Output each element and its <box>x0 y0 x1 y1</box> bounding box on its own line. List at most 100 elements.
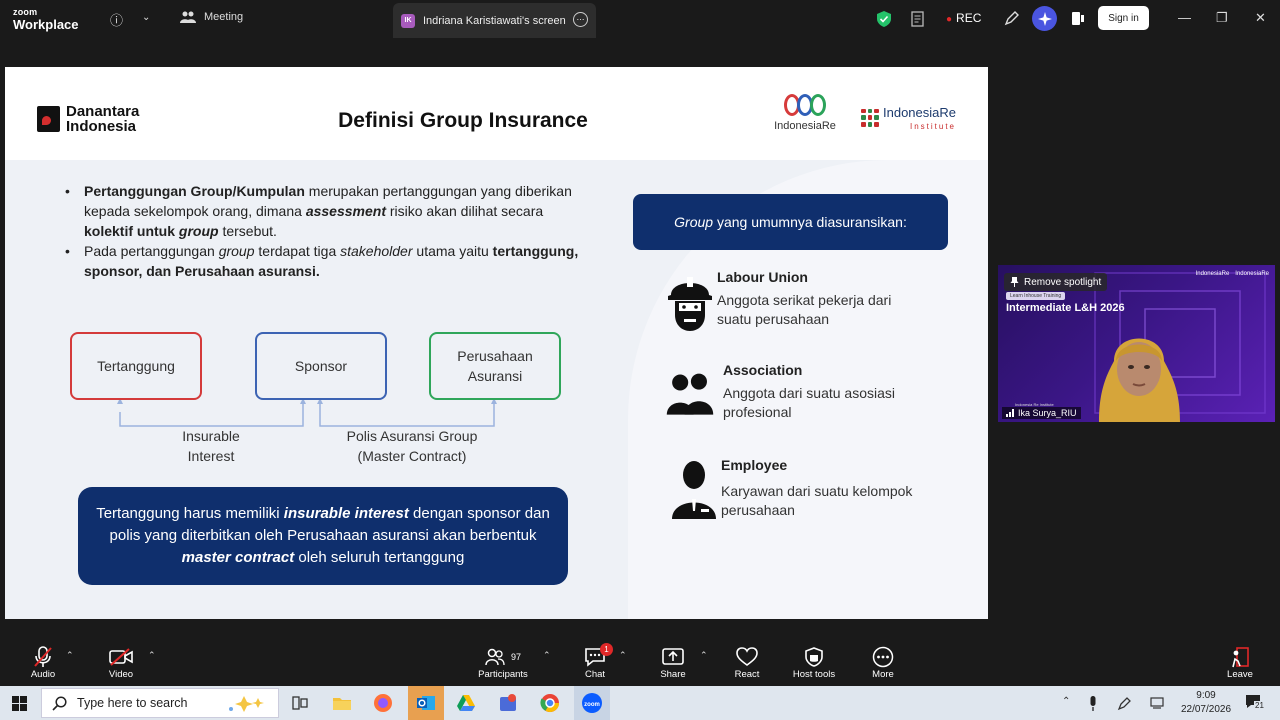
share-screen-icon <box>662 648 684 665</box>
association-people-icon <box>666 373 714 415</box>
zoom-app-icon[interactable]: zoom <box>574 686 610 720</box>
ai-companion-button[interactable] <box>1032 6 1057 31</box>
category-employee: Employee Karyawan dari suatu kelompok pe… <box>665 457 965 521</box>
participants-icon <box>485 648 505 666</box>
network-tray-icon[interactable] <box>1150 697 1164 709</box>
host-shield-icon <box>805 647 823 667</box>
apps-icon[interactable] <box>1071 11 1085 26</box>
restore-icon[interactable]: ❐ <box>1216 10 1228 26</box>
sparkle-icon <box>1037 11 1052 26</box>
institute-logo-text: IndonesiaRe <box>883 105 956 120</box>
box-perusahaan-asuransi: Perusahaan Asuransi <box>429 332 561 400</box>
category-description: Karyawan dari suatu kelompok perusahaan <box>721 483 913 518</box>
video-button[interactable]: Video <box>86 645 156 680</box>
task-view-icon[interactable] <box>287 690 313 716</box>
training-tag: Learn Inhouse Training <box>1006 292 1066 300</box>
clock-date: 22/07/2026 <box>1180 704 1232 715</box>
camera-off-icon <box>109 648 133 666</box>
heart-icon <box>736 647 758 666</box>
video-options-caret[interactable]: ⌃ <box>148 650 156 661</box>
outlook-icon[interactable] <box>408 686 444 720</box>
google-drive-icon[interactable] <box>453 690 479 716</box>
taskbar-search-input[interactable]: Type here to search <box>41 688 279 718</box>
video-logo-b: IndonesiaRe <box>1235 271 1269 277</box>
indonesiare-institute-logo: IndonesiaRe Institute <box>861 104 956 131</box>
participants-count: 97 <box>510 652 521 662</box>
shield-check-icon[interactable] <box>877 11 891 27</box>
category-title: Association <box>723 362 803 378</box>
annotate-pen-icon[interactable] <box>1004 10 1020 26</box>
show-hidden-icons-caret[interactable]: ⌃ <box>1062 696 1070 707</box>
participant-name-tag: Ika Surya_RIU <box>1002 407 1081 419</box>
shared-screen-tab-label: Indriana Karistiawati's screen <box>423 14 566 27</box>
worker-helmet-icon <box>668 277 712 331</box>
stakeholder-connectors <box>117 398 497 427</box>
share-options-caret[interactable]: ⌃ <box>700 650 708 661</box>
polis-label: Polis Asuransi Group (Master Contract) <box>346 428 478 464</box>
clock-time: 9:09 <box>1196 690 1216 701</box>
chat-unread-badge: 1 <box>600 643 613 656</box>
leave-button[interactable]: Leave <box>1205 645 1275 680</box>
tab-meeting[interactable]: Meeting <box>180 11 243 23</box>
reading-app-icon[interactable] <box>495 690 521 716</box>
more-dots-icon <box>872 646 894 668</box>
notes-icon[interactable] <box>911 11 926 27</box>
info-icon[interactable]: ⓘ <box>110 10 123 29</box>
chrome-icon[interactable] <box>537 690 563 716</box>
participants-button[interactable]: 97 Participants <box>468 645 538 680</box>
remove-spotlight-button[interactable]: Remove spotlight <box>1004 273 1108 291</box>
chat-options-caret[interactable]: ⌃ <box>619 650 627 661</box>
pen-tray-icon[interactable] <box>1117 696 1132 711</box>
recording-label: REC <box>956 11 982 25</box>
sign-in-button[interactable]: Sign in <box>1098 6 1149 30</box>
spotlight-video-tile[interactable]: Remove spotlight IndonesiaRe IndonesiaRe… <box>998 265 1275 422</box>
search-icon <box>52 695 67 711</box>
notification-count: 21 <box>1254 701 1265 710</box>
windows-start-icon[interactable] <box>12 696 27 711</box>
presenter-avatar: IK <box>401 13 415 28</box>
box-tertanggung: Tertanggung <box>70 332 202 400</box>
employee-icon <box>672 461 716 519</box>
participant-name: Ika Surya_RIU <box>1018 408 1077 418</box>
host-tools-button[interactable]: Host tools <box>779 645 849 680</box>
windows-taskbar: Type here to search zoom ⌃ 9:09 22/07/20… <box>0 686 1280 720</box>
box-sponsor: Sponsor <box>255 332 387 400</box>
react-button[interactable]: React <box>712 645 782 680</box>
insurable-interest-note: Tertanggung harus memiliki insurable int… <box>78 487 568 585</box>
share-button[interactable]: Share <box>638 645 708 680</box>
minimize-icon[interactable]: — <box>1178 10 1191 25</box>
audio-options-caret[interactable]: ⌃ <box>66 650 74 661</box>
zoom-logo-line2: Workplace <box>13 17 79 32</box>
mic-tray-icon[interactable] <box>1088 696 1098 711</box>
indonesiare-logo: IndonesiaRe <box>765 93 845 132</box>
institute-grid-icon <box>861 108 879 127</box>
notification-center-button[interactable]: 21 <box>1245 694 1265 715</box>
insurable-interest-label: Insurable Interest <box>182 428 240 464</box>
shared-slide: Danantara Indonesia Definisi Group Insur… <box>5 67 988 619</box>
category-title: Labour Union <box>717 269 808 285</box>
video-logos: IndonesiaRe IndonesiaRe <box>1196 271 1269 277</box>
taskbar-clock[interactable]: 9:09 22/07/2026 <box>1176 689 1236 717</box>
indonesiare-logo-text: IndonesiaRe <box>774 120 836 132</box>
firefox-icon[interactable] <box>370 690 396 716</box>
indonesiare-rings-icon <box>765 93 845 117</box>
more-button[interactable]: More <box>848 645 918 680</box>
category-labour-union: Labour Union Anggota serikat pekerja dar… <box>665 269 965 339</box>
file-explorer-icon[interactable] <box>329 690 355 716</box>
category-association: Association Anggota dari suatu asosiasi … <box>665 362 965 422</box>
leave-door-icon <box>1232 647 1249 668</box>
tab-shared-screen[interactable]: IK Indriana Karistiawati's screen ⋯ <box>393 3 596 38</box>
chevron-down-icon[interactable]: ⌄ <box>142 12 150 23</box>
participant-video <box>1099 338 1180 422</box>
more-options-icon[interactable]: ⋯ <box>573 12 588 27</box>
meeting-tab-label: Meeting <box>204 11 244 23</box>
search-placeholder: Type here to search <box>77 696 188 710</box>
participants-options-caret[interactable]: ⌃ <box>543 650 551 661</box>
close-icon[interactable]: ✕ <box>1255 10 1266 26</box>
category-title: Employee <box>721 457 788 473</box>
training-title: Intermediate L&H 2026 <box>1006 302 1125 314</box>
category-description: Anggota dari suatu asosiasi profesional <box>723 385 895 420</box>
recording-indicator[interactable]: ● REC <box>946 11 981 25</box>
group-types-header: Group yang umumnya diasuransikan: <box>633 194 948 250</box>
record-dot-icon: ● <box>946 14 953 25</box>
